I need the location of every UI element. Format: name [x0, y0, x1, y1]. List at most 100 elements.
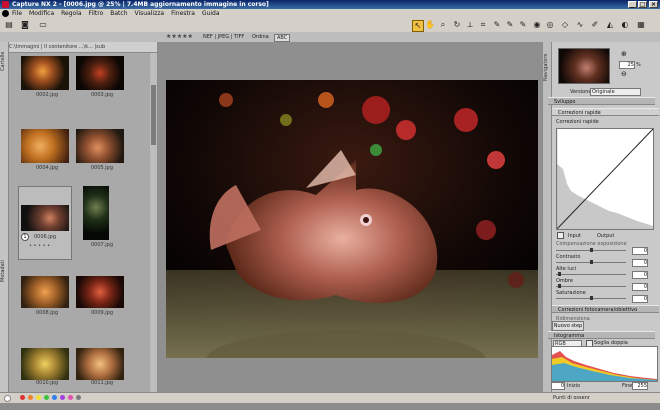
- zoom-in-icon[interactable]: ⊕: [621, 50, 627, 58]
- exposure-value[interactable]: 0: [632, 247, 648, 255]
- shadows-slider[interactable]: [556, 284, 626, 288]
- browser-icon[interactable]: ▤: [4, 20, 14, 30]
- saturation-value[interactable]: 0: [632, 295, 648, 303]
- tab-folders[interactable]: Cartelle: [0, 46, 8, 76]
- tag-icon[interactable]: ◇: [560, 20, 570, 30]
- end-value[interactable]: 255: [632, 382, 648, 390]
- camera-icon[interactable]: ◙: [20, 20, 30, 30]
- white-point-icon[interactable]: ✎: [505, 20, 515, 30]
- label-gray-icon[interactable]: [76, 395, 81, 400]
- menu-item-modifica[interactable]: Modifica: [29, 9, 54, 18]
- lasso-icon[interactable]: ∿: [575, 20, 585, 30]
- select-all-icon[interactable]: ▦: [636, 20, 646, 30]
- black-point-icon[interactable]: ✎: [492, 20, 502, 30]
- thumbnail-image[interactable]: [83, 186, 109, 240]
- sort-select[interactable]: ABC: [274, 34, 291, 42]
- slider-knob[interactable]: [558, 272, 561, 276]
- menu-item-batch[interactable]: Batch: [110, 9, 127, 18]
- thumbnail-image[interactable]: [21, 205, 69, 231]
- menu-item-guida[interactable]: Guida: [202, 9, 220, 18]
- thumbnail-cell[interactable]: 0007.jpg: [73, 186, 131, 250]
- zoom-icon[interactable]: ⌕: [438, 20, 448, 30]
- menu-item-regola[interactable]: Regola: [61, 9, 81, 18]
- section-histogram[interactable]: Istogramma: [548, 331, 655, 339]
- contrast-value[interactable]: 0: [632, 259, 648, 267]
- contrast-slider[interactable]: [556, 260, 626, 264]
- tab-navigator[interactable]: Navigatore: [543, 48, 551, 86]
- neutral-point-icon[interactable]: ✎: [518, 20, 528, 30]
- hand-icon[interactable]: ✋: [425, 20, 435, 30]
- section-camera-lens[interactable]: Correzioni fotocamera/obiettivo: [552, 305, 659, 313]
- format-filter[interactable]: NEF | JPEG | TIFF: [203, 34, 244, 40]
- rating-dots[interactable]: • • • • •: [29, 243, 50, 249]
- thumbnail-image[interactable]: [21, 276, 69, 308]
- main-photo[interactable]: [166, 80, 538, 358]
- pan-icon[interactable]: ▭: [38, 20, 48, 30]
- straighten-icon[interactable]: ⟂: [465, 20, 475, 30]
- label-red-icon[interactable]: [20, 395, 25, 400]
- thumbnail-image[interactable]: [76, 276, 124, 308]
- thumbnail-image[interactable]: [76, 129, 124, 163]
- highlights-value[interactable]: 0: [632, 271, 648, 279]
- thumbnail-cell[interactable]: 0002.jpg: [18, 54, 76, 118]
- label-none-icon[interactable]: [4, 395, 11, 402]
- saturation-slider[interactable]: [556, 296, 626, 300]
- label-green-icon[interactable]: [44, 395, 49, 400]
- eye-icon[interactable]: ◎: [545, 20, 555, 30]
- maximize-button[interactable]: □: [638, 1, 647, 8]
- thumbnail-cell[interactable]: 0004.jpg: [18, 127, 76, 191]
- label-blue-icon[interactable]: [52, 395, 57, 400]
- selection-badge: 1: [21, 233, 29, 241]
- scrollbar-thumb[interactable]: [151, 85, 156, 145]
- start-value[interactable]: 0: [551, 382, 565, 390]
- version-select[interactable]: Originale: [590, 88, 641, 96]
- direct-select-icon[interactable]: ↖: [412, 20, 424, 32]
- thumbnail-image[interactable]: [21, 348, 69, 380]
- slider-knob[interactable]: [590, 296, 593, 300]
- thumbnail-image[interactable]: [76, 56, 124, 90]
- highlights-slider[interactable]: [556, 272, 626, 276]
- section-quick-fix[interactable]: Correzioni rapide: [552, 108, 659, 116]
- slider-knob[interactable]: [590, 260, 593, 264]
- label-purple-icon[interactable]: [60, 395, 65, 400]
- label-orange-icon[interactable]: [28, 395, 33, 400]
- close-button[interactable]: ×: [649, 1, 658, 8]
- points-label: Punti di ossenr: [553, 395, 590, 401]
- minimize-button[interactable]: _: [628, 1, 637, 8]
- crop-icon[interactable]: ⌗: [478, 20, 488, 30]
- shadows-value[interactable]: 0: [632, 283, 648, 291]
- thumbnail-cell[interactable]: 0005.jpg: [73, 127, 131, 191]
- thumbnail-image[interactable]: [76, 348, 124, 380]
- menu-item-file[interactable]: File: [12, 9, 22, 18]
- browser-scrollbar[interactable]: [150, 53, 157, 392]
- input-checkbox[interactable]: [557, 232, 564, 239]
- label-yellow-icon[interactable]: [36, 395, 41, 400]
- thumbnail-image[interactable]: [21, 56, 69, 90]
- navigator-preview[interactable]: [558, 48, 610, 84]
- zoom-out-icon[interactable]: ⊖: [621, 70, 627, 78]
- slider-knob[interactable]: [590, 248, 593, 252]
- zoom-input[interactable]: 25: [619, 61, 635, 69]
- exposure-slider[interactable]: [556, 248, 626, 252]
- rotate-icon[interactable]: ↻: [452, 20, 462, 30]
- nikon-icon: [2, 10, 9, 17]
- thumbnail-cell[interactable]: 0008.jpg: [18, 274, 76, 338]
- menu-item-visualizza[interactable]: Visualizza: [135, 9, 165, 18]
- red-eye-icon[interactable]: ◉: [532, 20, 542, 30]
- fill-icon[interactable]: ◭: [605, 20, 615, 30]
- brush-icon[interactable]: ✐: [590, 20, 600, 30]
- thumbnail-image[interactable]: [21, 129, 69, 163]
- section-develop[interactable]: Sviluppo: [548, 97, 655, 105]
- tab-metadata[interactable]: Metadati: [0, 256, 8, 286]
- new-step-button[interactable]: Nuovo step: [552, 321, 584, 331]
- curves-graph[interactable]: [556, 128, 654, 230]
- menu-item-filtro[interactable]: Filtro: [89, 9, 104, 18]
- gradient-icon[interactable]: ◐: [620, 20, 630, 30]
- slider-knob[interactable]: [558, 284, 561, 288]
- menu-item-finestra[interactable]: Finestra: [171, 9, 195, 18]
- label-pink-icon[interactable]: [68, 395, 73, 400]
- rating-filter[interactable]: ★★★★★: [166, 33, 193, 40]
- thumbnail-cell[interactable]: 0003.jpg: [73, 54, 131, 118]
- thumbnail-cell-selected[interactable]: 0006.jpg 1 • • • • •: [18, 186, 72, 260]
- thumbnail-cell[interactable]: 0009.jpg: [73, 274, 131, 338]
